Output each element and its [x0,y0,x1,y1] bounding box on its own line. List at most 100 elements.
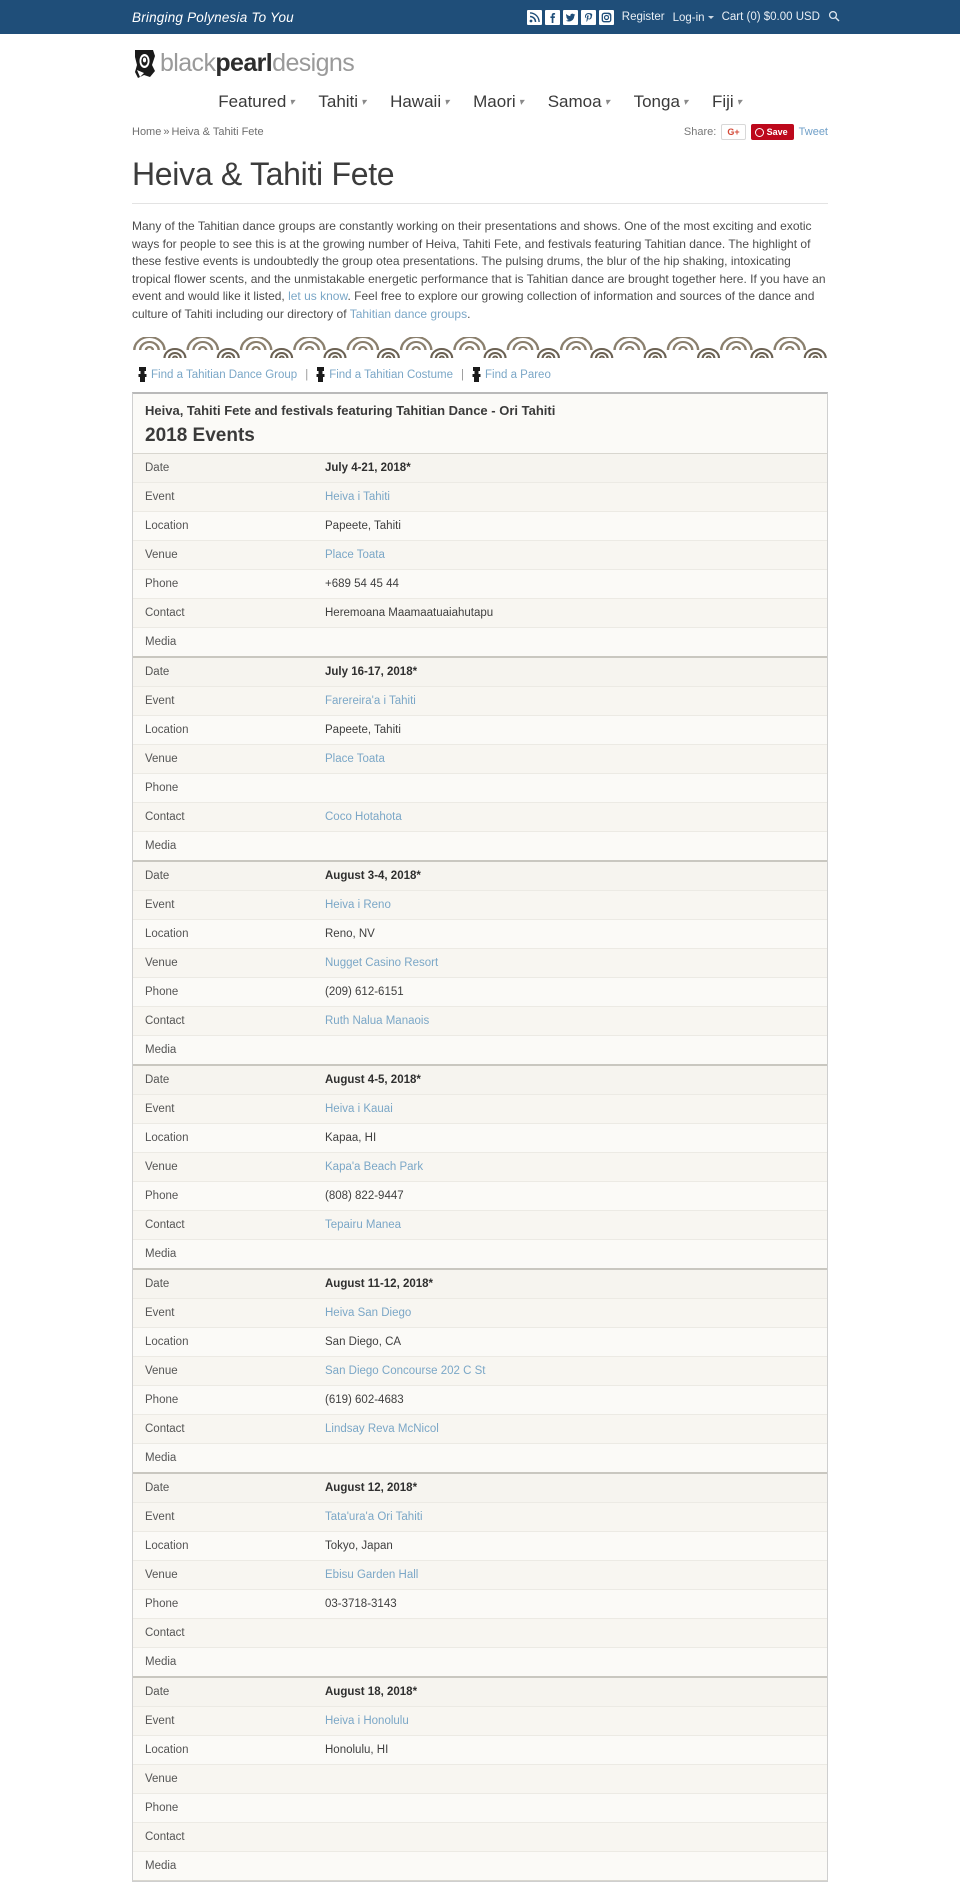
row-value-contact: Ruth Nalua Manaois [313,1006,827,1036]
contact-link[interactable]: Tepairu Manea [325,1219,401,1231]
rss-icon[interactable] [526,9,542,25]
pinterest-save-button[interactable]: Save [750,124,794,140]
table-row: Venue Place Toata [133,744,827,774]
row-label-phone: Phone [133,569,313,599]
instagram-icon[interactable] [598,9,614,25]
event-link[interactable]: Heiva San Diego [325,1307,411,1319]
venue-link[interactable]: Kapa'a Beach Park [325,1161,423,1173]
tiki-icon [138,367,147,382]
event-link[interactable]: Farereira'a i Tahiti [325,695,416,707]
row-label-phone: Phone [133,1385,313,1415]
chevron-down-icon: ▾ [289,97,295,108]
table-row: Event Heiva i Kauai [133,1094,827,1124]
row-value-location: Tokyo, Japan [313,1531,827,1561]
row-value-date: August 11-12, 2018* [313,1268,827,1299]
row-label-date: Date [133,1472,313,1503]
breadcrumb-home-link[interactable]: Home [132,126,161,138]
let-us-know-link[interactable]: let us know [288,289,347,303]
login-link-wrap[interactable]: Log-in [673,10,714,24]
nav-item-tahiti[interactable]: Tahiti ▾ [318,92,366,112]
row-value-contact [313,1822,827,1852]
nav-item-featured[interactable]: Featured ▾ [218,92,294,112]
table-row: Venue Nugget Casino Resort [133,948,827,978]
row-value-media [313,1851,827,1881]
nav-item-tonga[interactable]: Tonga ▾ [634,92,688,112]
row-value-contact: Heremoana Maamaatuaiahutapu [313,598,827,628]
row-value-venue [313,1764,827,1794]
row-label-phone: Phone [133,977,313,1007]
row-value-location: Kapaa, HI [313,1123,827,1153]
event-link[interactable]: Heiva i Tahiti [325,491,390,503]
row-label-date: Date [133,1676,313,1707]
row-label-venue: Venue [133,1764,313,1794]
find-tahitian-dance-group-link[interactable]: Find a Tahitian Dance Group [151,369,297,381]
nav-item-fiji[interactable]: Fiji ▾ [712,92,742,112]
login-link[interactable]: Log-in [673,12,705,24]
table-row: Location Kapaa, HI [133,1123,827,1153]
search-icon[interactable] [828,10,840,25]
find-links-row: Find a Tahitian Dance Group | Find a Tah… [132,365,828,392]
table-row: Phone [133,1793,827,1823]
tahitian-dance-groups-link[interactable]: Tahitian dance groups [350,307,467,321]
row-label-venue: Venue [133,1152,313,1182]
row-label-venue: Venue [133,744,313,774]
row-label-date: Date [133,1268,313,1299]
link-separator: | [461,368,464,381]
nav-label: Tahiti [318,92,359,111]
black-pearl-logo-icon [135,50,155,78]
venue-link[interactable]: Place Toata [325,753,385,765]
pinterest-save-label: Save [766,127,788,137]
register-link[interactable]: Register [622,11,665,23]
table-row: Date August 11-12, 2018* [133,1268,827,1299]
nav-item-samoa[interactable]: Samoa ▾ [548,92,610,112]
row-label-phone: Phone [133,1181,313,1211]
row-value-date: August 3-4, 2018* [313,860,827,891]
row-label-event: Event [133,482,313,512]
row-value-media [313,1239,827,1270]
row-value-date: August 18, 2018* [313,1676,827,1707]
contact-link[interactable]: Coco Hotahota [325,811,402,823]
venue-link[interactable]: Nugget Casino Resort [325,957,438,969]
event-link[interactable]: Heiva i Reno [325,899,391,911]
nav-item-hawaii[interactable]: Hawaii ▾ [390,92,449,112]
row-value-event: Heiva San Diego [313,1298,827,1328]
row-value-location: San Diego, CA [313,1327,827,1357]
twitter-icon[interactable] [562,9,578,25]
find-pareo-link[interactable]: Find a Pareo [485,369,551,381]
table-row: Phone [133,773,827,803]
row-value-contact: Tepairu Manea [313,1210,827,1240]
find-tahitian-costume-link[interactable]: Find a Tahitian Costume [329,369,453,381]
table-row: Venue Kapa'a Beach Park [133,1152,827,1182]
pinterest-icon[interactable] [580,9,596,25]
facebook-icon[interactable] [544,9,560,25]
share-label: Share: [683,126,717,138]
google-plus-share-button[interactable]: G+ [721,124,746,140]
row-value-event: Heiva i Honolulu [313,1706,827,1736]
table-row: Phone 03-3718-3143 [133,1589,827,1619]
contact-link[interactable]: Ruth Nalua Manaois [325,1015,429,1027]
event-link[interactable]: Tata'ura'a Ori Tahiti [325,1511,423,1523]
twitter-tweet-button[interactable]: Tweet [799,126,828,138]
venue-link[interactable]: Place Toata [325,549,385,561]
event-link[interactable]: Heiva i Kauai [325,1103,393,1115]
title-divider [132,203,828,204]
table-row: Date August 12, 2018* [133,1472,827,1503]
row-label-event: Event [133,686,313,716]
social-icon-group [526,9,614,25]
table-row: Contact [133,1822,827,1852]
cart-link[interactable]: Cart (0) $0.00 USD [722,11,820,23]
nav-item-maori[interactable]: Maori ▾ [473,92,524,112]
row-label-location: Location [133,715,313,745]
table-row: Venue San Diego Concourse 202 C St [133,1356,827,1386]
row-value-media [313,1443,827,1474]
venue-link[interactable]: Ebisu Garden Hall [325,1569,418,1581]
table-row: Event Heiva i Tahiti [133,482,827,512]
table-row: Venue Place Toata [133,540,827,570]
row-value-date: July 4-21, 2018* [313,453,827,483]
event-link[interactable]: Heiva i Honolulu [325,1715,409,1727]
site-logo[interactable]: blackpearldesigns [120,34,840,84]
venue-link[interactable]: San Diego Concourse 202 C St [325,1365,485,1377]
share-bar: Share: G+ Save Tweet [684,124,828,140]
row-label-media: Media [133,1851,313,1881]
contact-link[interactable]: Lindsay Reva McNicol [325,1423,439,1435]
